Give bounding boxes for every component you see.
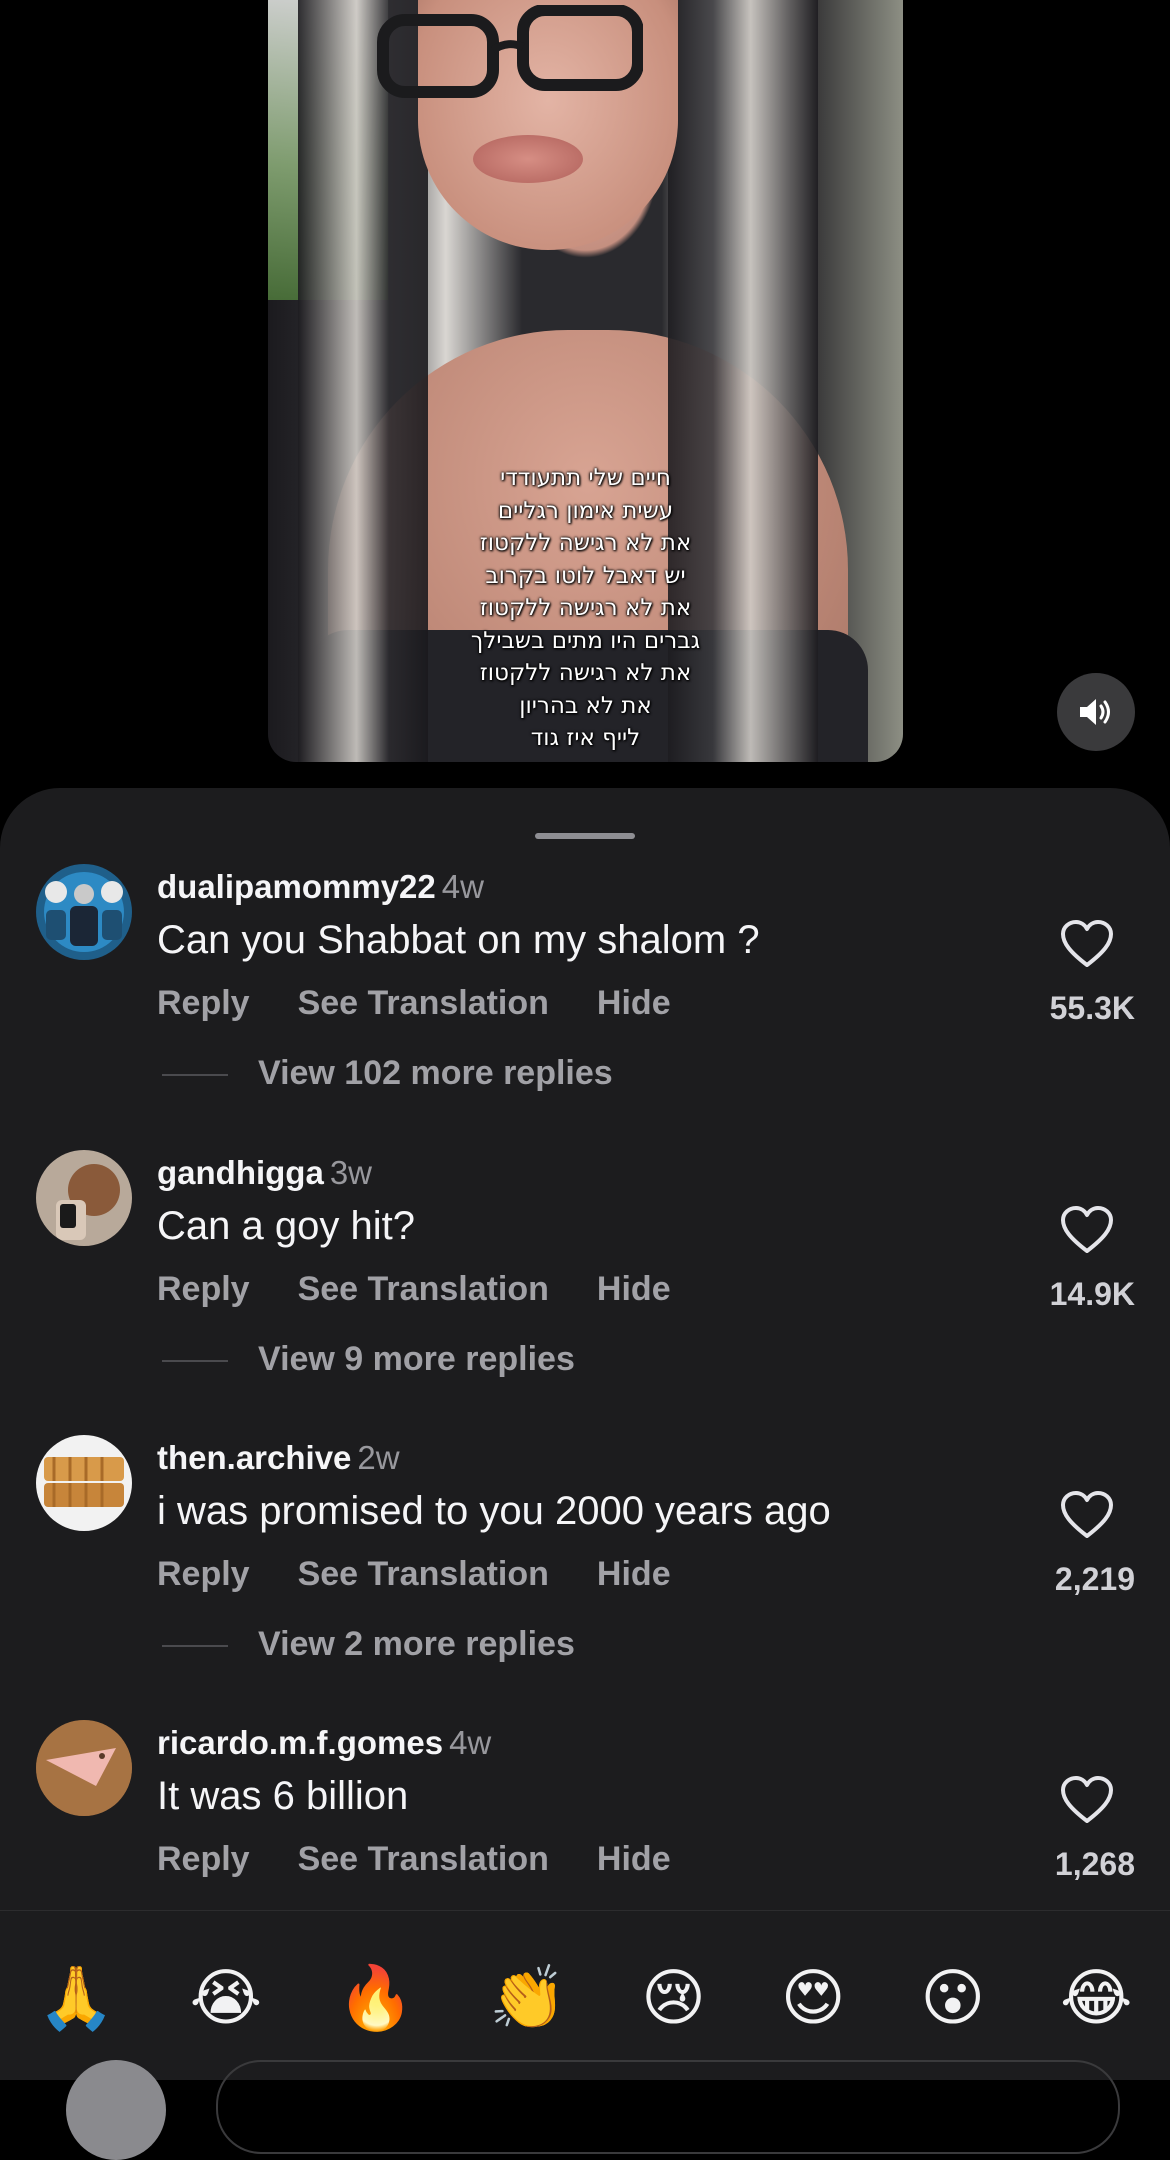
heart-icon[interactable]	[1060, 1205, 1114, 1255]
emoji-sob-button[interactable]: 😭	[190, 1948, 262, 2048]
comment-item: gandhigga 3w Can a goy hit? Reply See Tran…	[0, 1150, 1170, 1400]
divider	[0, 1910, 1170, 1911]
caption-line: גברים היו מתים בשבילך	[470, 627, 701, 654]
hide-button[interactable]: Hide	[597, 1555, 671, 1593]
see-translation-button[interactable]: See Translation	[298, 1840, 549, 1878]
hide-button[interactable]: Hide	[597, 1840, 671, 1878]
video-subject-glasses	[377, 5, 643, 98]
like-count: 1,268	[1054, 1846, 1135, 1882]
comment-item: ricardo.m.f.gomes 4w It was 6 billion Rep…	[0, 1720, 1170, 1970]
heart-icon[interactable]	[1060, 1775, 1114, 1825]
speaker-on-icon	[1080, 699, 1110, 725]
caption-line: את לא רגישה ללקטוז	[479, 660, 692, 686]
quick-emoji-bar: 🙏 😭 🔥 👏 😢 😍 😮 😂	[0, 1948, 1170, 2048]
heart-icon[interactable]	[1060, 1490, 1114, 1540]
comment-username[interactable]: dualipamommy22 4w	[157, 868, 484, 906]
reply-button[interactable]: Reply	[157, 984, 250, 1022]
caption-line: עשית אימון רגליים	[497, 497, 674, 524]
emoji-fire-button[interactable]: 🔥	[337, 1948, 414, 2048]
comment-text: It was 6 billion	[157, 1774, 409, 1818]
comment-actions: Reply See Translation Hide	[157, 1555, 719, 1594]
current-user-avatar	[66, 2060, 166, 2160]
hide-button[interactable]: Hide	[597, 984, 671, 1022]
username-text[interactable]: gandhigga	[157, 1154, 324, 1191]
sheet-drag-handle[interactable]	[535, 833, 635, 839]
comment-item: dualipamommy22 4w Can you Shabbat on my s…	[0, 864, 1170, 1114]
comment-username[interactable]: gandhigga 3w	[157, 1154, 372, 1192]
comment-age: 4w	[441, 868, 484, 905]
emoji-cry-button[interactable]: 😢	[641, 1948, 706, 2048]
like-count: 2,219	[1054, 1561, 1135, 1597]
avatar[interactable]	[36, 1150, 132, 1246]
comment-text: i was promised to you 2000 years ago	[157, 1489, 831, 1533]
like-count: 14.9K	[1049, 1276, 1135, 1312]
caption-line: לייף איז גוד	[530, 725, 641, 751]
emoji-surprised-button[interactable]: 😮	[920, 1948, 985, 2048]
avatar[interactable]	[36, 864, 132, 960]
reply-button[interactable]: Reply	[157, 1270, 250, 1308]
see-translation-button[interactable]: See Translation	[298, 1555, 549, 1593]
caption-line: חיים שלי תתעודדי	[500, 465, 671, 491]
heart-icon[interactable]	[1060, 919, 1114, 969]
caption-line: את לא רגישה ללקטוז	[479, 530, 692, 556]
comment-item: then.archive 2w i was promised to you 200…	[0, 1435, 1170, 1685]
video-player[interactable]: חיים שלי תתעודדי עשית אימון רגליים את לא…	[268, 0, 903, 762]
comment-text: Can a goy hit?	[157, 1204, 415, 1248]
comment-actions: Reply See Translation Hide	[157, 1840, 719, 1879]
view-more-replies-button[interactable]: View 9 more replies	[162, 1340, 575, 1379]
comment-input[interactable]	[216, 2060, 1120, 2154]
comments-sheet: dualipamommy22 4w Can you Shabbat on my s…	[0, 788, 1170, 2160]
emoji-clap-button[interactable]: 👏	[489, 1948, 566, 2048]
comment-age: 3w	[329, 1154, 373, 1191]
see-translation-button[interactable]: See Translation	[298, 984, 549, 1022]
username-text[interactable]: ricardo.m.f.gomes	[157, 1724, 443, 1761]
username-text[interactable]: then.archive	[157, 1439, 351, 1476]
reply-button[interactable]: Reply	[157, 1840, 250, 1878]
video-caption-overlay: חיים שלי תתעודדי עשית אימון רגליים את לא…	[268, 462, 903, 755]
see-translation-button[interactable]: See Translation	[298, 1270, 549, 1308]
comment-username[interactable]: then.archive 2w	[157, 1439, 400, 1477]
avatar[interactable]	[36, 1720, 132, 1816]
comment-username[interactable]: ricardo.m.f.gomes 4w	[157, 1724, 491, 1762]
caption-line: יש דאבל לוטו בקרוב	[485, 562, 686, 589]
sound-toggle-button[interactable]	[1057, 673, 1135, 751]
comment-actions: Reply See Translation Hide	[157, 984, 719, 1023]
view-more-replies-button[interactable]: View 102 more replies	[162, 1054, 613, 1093]
view-more-replies-button[interactable]: View 2 more replies	[162, 1625, 575, 1664]
reply-button[interactable]: Reply	[157, 1555, 250, 1593]
avatar[interactable]	[36, 1435, 132, 1531]
comment-age: 4w	[449, 1724, 492, 1761]
caption-line: את לא בהריון	[519, 692, 652, 719]
emoji-heart-eyes-button[interactable]: 😍	[781, 1948, 846, 2048]
caption-line: את לא רגישה ללקטוז	[479, 595, 692, 621]
video-subject-lips	[473, 135, 583, 183]
comment-age: 2w	[357, 1439, 400, 1476]
like-count: 55.3K	[1049, 990, 1135, 1026]
comment-text: Can you Shabbat on my shalom ?	[157, 918, 760, 962]
hide-button[interactable]: Hide	[597, 1270, 671, 1308]
username-text[interactable]: dualipamommy22	[157, 868, 436, 905]
comment-actions: Reply See Translation Hide	[157, 1270, 719, 1309]
emoji-laugh-button[interactable]: 😂	[1060, 1948, 1132, 2048]
emoji-pray-button[interactable]: 🙏	[37, 1948, 114, 2048]
